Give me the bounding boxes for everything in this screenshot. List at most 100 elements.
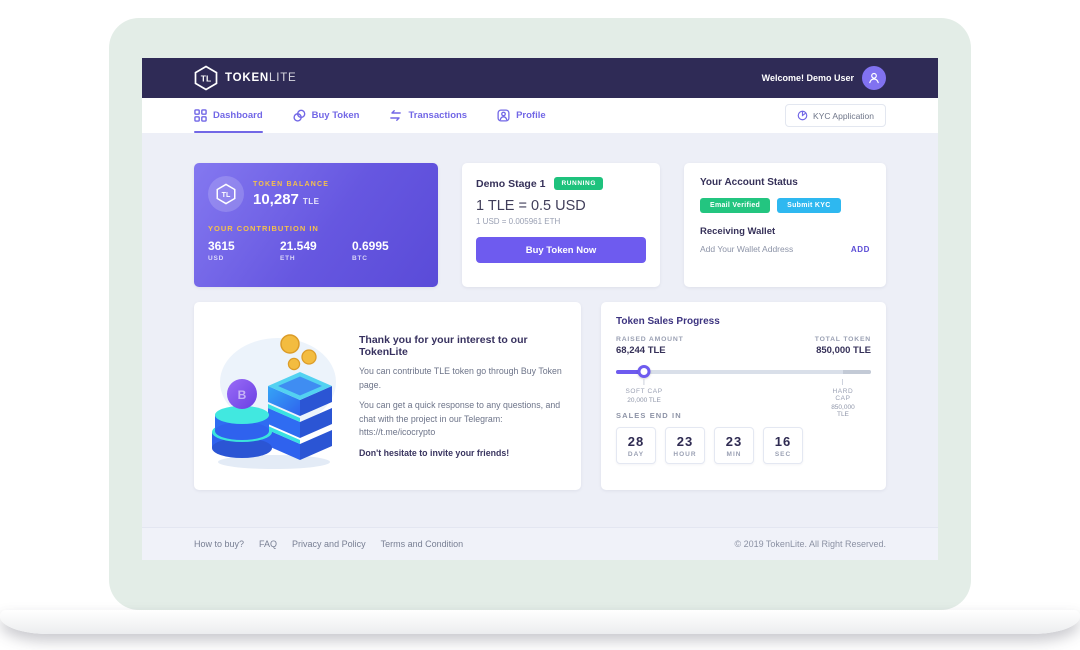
footer-link-faq[interactable]: FAQ: [259, 539, 277, 549]
countdown-sec-unit: SEC: [775, 451, 791, 458]
copyright-text: © 2019 TokenLite. All Right Reserved.: [734, 539, 886, 549]
nav-bar: Dashboard Buy Token Transactions: [142, 98, 938, 133]
tab-dashboard[interactable]: Dashboard: [194, 98, 263, 133]
token-coin-badge: TL: [208, 176, 244, 212]
nav-tabs: Dashboard Buy Token Transactions: [194, 98, 546, 133]
tab-label: Dashboard: [213, 110, 263, 121]
countdown-min-value: 23: [726, 434, 742, 449]
account-status-title: Your Account Status: [700, 177, 870, 188]
svg-text:TL: TL: [201, 74, 211, 84]
tab-buy-token[interactable]: Buy Token: [293, 98, 360, 133]
add-wallet-link[interactable]: ADD: [851, 245, 870, 254]
contribution-values: 3615 USD 21.549 ETH 0.6995 BTC: [208, 239, 424, 262]
top-header-bar: TL TOKENLITE Welcome! Demo User: [142, 58, 938, 98]
token-balance-unit: TLE: [303, 197, 320, 206]
account-status-card: Your Account Status Email Verified Submi…: [684, 163, 886, 287]
laptop-mockup: TL TOKENLITE Welcome! Demo User: [109, 18, 971, 610]
lower-cards-row: B Thank you for your interest to our Tok…: [194, 302, 886, 490]
token-hexagon-icon: TL: [216, 183, 236, 205]
contribution-eth-label: ETH: [280, 255, 352, 262]
countdown-day-unit: DAY: [628, 451, 644, 458]
token-balance-card: TL TOKEN BALANCE 10,287 TLE YOUR CONTRIB…: [194, 163, 438, 287]
hard-cap-tick: [842, 379, 843, 385]
grid-icon: [194, 109, 207, 122]
user-menu[interactable]: Welcome! Demo User: [762, 66, 886, 90]
welcome-paragraph-2: You can get a quick response to any ques…: [359, 399, 563, 440]
main-content: TL TOKEN BALANCE 10,287 TLE YOUR CONTRIB…: [142, 133, 938, 527]
laptop-base: [0, 610, 1080, 634]
avatar[interactable]: [862, 66, 886, 90]
countdown-min-box: 23 MIN: [714, 427, 754, 464]
countdown-hour-box: 23 HOUR: [665, 427, 705, 464]
sales-progress-slider: [616, 365, 871, 378]
progress-handle[interactable]: [638, 365, 651, 378]
countdown-sec-box: 16 SEC: [763, 427, 803, 464]
tab-label: Transactions: [408, 110, 467, 121]
soft-cap-marker: SOFT CAP 20,000 TLE: [625, 379, 662, 404]
soft-cap-value: 20,000 TLE: [625, 397, 662, 404]
footer: How to buy? FAQ Privacy and Policy Terms…: [142, 527, 938, 560]
token-balance-label: TOKEN BALANCE: [253, 181, 329, 188]
footer-link-how-to-buy[interactable]: How to buy?: [194, 539, 244, 549]
token-sub-rate: 1 USD = 0.005961 ETH: [476, 217, 646, 226]
summary-cards-row: TL TOKEN BALANCE 10,287 TLE YOUR CONTRIB…: [194, 163, 886, 287]
countdown-sec-value: 16: [775, 434, 791, 449]
soft-cap-tick: [644, 379, 645, 385]
contribution-btc-value: 0.6995: [352, 239, 424, 253]
countdown-hour-unit: HOUR: [673, 451, 696, 458]
token-rate: 1 TLE = 0.5 USD: [476, 198, 646, 214]
tab-profile[interactable]: Profile: [497, 98, 546, 133]
buy-token-now-button[interactable]: Buy Token Now: [476, 237, 646, 263]
total-token-label: TOTAL TOKEN: [815, 336, 871, 343]
progress-track: [616, 370, 871, 374]
welcome-invite-line: Don't hesitate to invite your friends!: [359, 448, 563, 458]
contribution-btc-label: BTC: [352, 255, 424, 262]
hard-cap-value: 850,000 TLE: [829, 404, 857, 418]
svg-text:B: B: [238, 388, 247, 402]
sale-stage-card: Demo Stage 1 RUNNING 1 TLE = 0.5 USD 1 U…: [462, 163, 660, 287]
contribution-usd-value: 3615: [208, 239, 280, 253]
footer-link-terms[interactable]: Terms and Condition: [381, 539, 464, 549]
welcome-message-text: Thank you for your interest to our Token…: [359, 334, 563, 458]
progress-title: Token Sales Progress: [616, 316, 871, 327]
welcome-message-card: B Thank you for your interest to our Tok…: [194, 302, 581, 490]
total-token-block: TOTAL TOKEN 850,000 TLE: [815, 336, 871, 356]
kyc-button-label: KYC Application: [813, 111, 874, 121]
welcome-message-title: Thank you for your interest to our Token…: [359, 334, 563, 358]
contribution-eth-value: 21.549: [280, 239, 352, 253]
receiving-wallet-title: Receiving Wallet: [700, 226, 870, 237]
raised-amount-label: RAISED AMOUNT: [616, 336, 684, 343]
footer-link-privacy[interactable]: Privacy and Policy: [292, 539, 366, 549]
kyc-application-button[interactable]: KYC Application: [785, 104, 886, 127]
submit-kyc-badge[interactable]: Submit KYC: [777, 198, 840, 213]
email-verified-badge[interactable]: Email Verified: [700, 198, 770, 213]
hard-cap-marker: HARD CAP 850,000 TLE: [829, 379, 857, 418]
countdown-min-unit: MIN: [727, 451, 742, 458]
raised-amount-value: 68,244 TLE: [616, 345, 684, 356]
footer-links: How to buy? FAQ Privacy and Policy Terms…: [194, 539, 463, 549]
dashboard-screen: TL TOKENLITE Welcome! Demo User: [142, 58, 938, 560]
wallet-address-hint: Add Your Wallet Address: [700, 244, 793, 254]
swap-arrows-icon: [389, 109, 402, 122]
welcome-text: Welcome! Demo User: [762, 73, 854, 83]
crypto-stack-illustration: B: [204, 318, 346, 474]
tokenlite-logo[interactable]: TL TOKENLITE: [194, 65, 297, 91]
cap-markers: SOFT CAP 20,000 TLE HARD CAP 850,000 TLE: [616, 379, 871, 404]
countdown-row: 28 DAY 23 HOUR 23 MIN 16: [616, 427, 871, 464]
soft-cap-label: SOFT CAP: [625, 388, 662, 395]
countdown-day-value: 28: [628, 434, 644, 449]
tab-label: Buy Token: [312, 110, 360, 121]
tokenlite-logo-icon: TL: [194, 65, 218, 91]
countdown-day-box: 28 DAY: [616, 427, 656, 464]
stage-title: Demo Stage 1: [476, 178, 545, 190]
progress-track-end-segment: [843, 370, 871, 374]
tab-transactions[interactable]: Transactions: [389, 98, 467, 133]
token-balance-amount: 10,287: [253, 191, 299, 208]
svg-text:TL: TL: [222, 191, 231, 199]
countdown-hour-value: 23: [677, 434, 693, 449]
user-icon: [867, 71, 881, 85]
raised-amount-block: RAISED AMOUNT 68,244 TLE: [616, 336, 684, 356]
token-sales-progress-card: Token Sales Progress RAISED AMOUNT 68,24…: [601, 302, 886, 490]
brand-wordmark: TOKENLITE: [225, 72, 297, 84]
profile-icon: [497, 109, 510, 122]
